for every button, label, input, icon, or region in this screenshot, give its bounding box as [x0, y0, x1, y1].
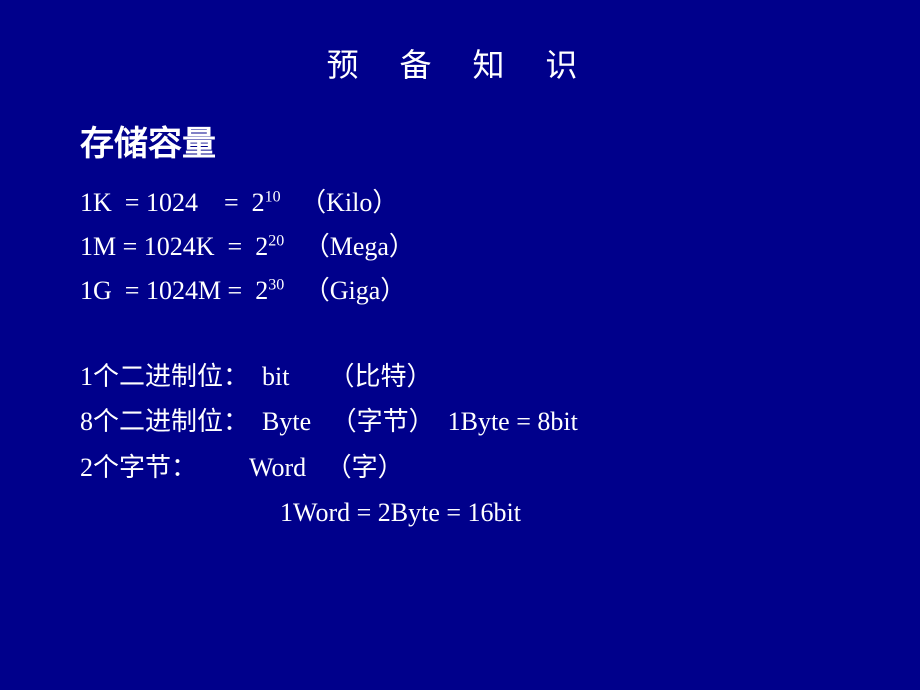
section-title: 存储容量 — [80, 116, 840, 165]
slide-container: 预 备 知 识 存储容量 1K = 1024 = 210 （Kilo） 1M =… — [0, 0, 920, 690]
storage-section: 存储容量 1K = 1024 = 210 （Kilo） 1M = 1024K =… — [80, 116, 840, 314]
formula-1m: 1M = 1024K = 220 （Mega） — [80, 225, 840, 269]
bit-line-word: 2个字节： Word （字） — [80, 445, 840, 491]
formula-1k: 1K = 1024 = 210 （Kilo） — [80, 181, 840, 225]
bit-line-1: 1个二进制位： bit （比特） — [80, 354, 840, 400]
bit-section: 1个二进制位： bit （比特） 8个二进制位： Byte （字节） 1Byte… — [80, 354, 840, 536]
word-formula: 1Word = 2Byte = 16bit — [80, 490, 840, 536]
slide-title: 预 备 知 识 — [80, 40, 840, 86]
bit-line-8: 8个二进制位： Byte （字节） 1Byte = 8bit — [80, 399, 840, 445]
formula-1g: 1G = 1024M = 230 （Giga） — [80, 269, 840, 313]
